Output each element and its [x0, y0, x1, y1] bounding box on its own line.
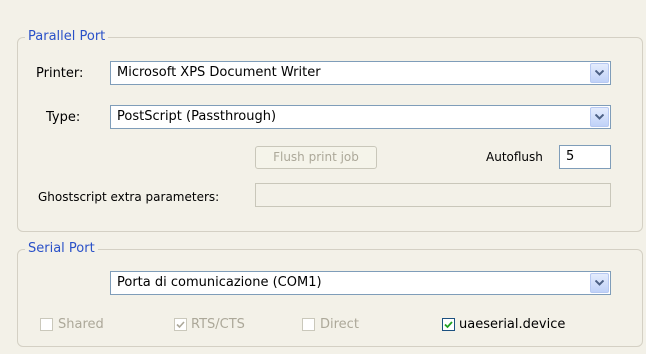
serial-port-select[interactable]: Porta di comunicazione (COM1) [110, 271, 611, 295]
uaeserial-label: uaeserial.device [459, 317, 566, 332]
serial-port-value: Porta di comunicazione (COM1) [117, 275, 322, 290]
ghostscript-input[interactable] [255, 183, 611, 207]
direct-checkbox[interactable] [302, 318, 315, 331]
chevron-down-icon[interactable] [590, 63, 609, 83]
direct-label: Direct [320, 317, 359, 332]
checkmark-icon [444, 321, 453, 329]
autoflush-input[interactable]: 5 [559, 145, 611, 169]
autoflush-value: 5 [566, 149, 575, 164]
chevron-down-icon[interactable] [590, 107, 609, 127]
type-value: PostScript (Passthrough) [117, 109, 277, 124]
uaeserial-checkbox[interactable] [442, 318, 455, 331]
shared-checkbox[interactable] [40, 318, 53, 331]
shared-label: Shared [58, 317, 104, 332]
type-select[interactable]: PostScript (Passthrough) [110, 105, 611, 129]
parallel-port-title: Parallel Port [25, 29, 109, 45]
printer-label: Printer: [36, 66, 84, 81]
printer-value: Microsoft XPS Document Writer [117, 65, 321, 80]
autoflush-label: Autoflush [486, 150, 543, 164]
chevron-down-icon[interactable] [590, 273, 609, 293]
flush-print-job-button[interactable]: Flush print job [255, 146, 377, 169]
ghostscript-label: Ghostscript extra parameters: [38, 190, 220, 204]
rtscts-label: RTS/CTS [191, 317, 245, 332]
checkmark-icon [176, 321, 185, 329]
type-label: Type: [46, 110, 81, 125]
rtscts-checkbox[interactable] [174, 318, 187, 331]
serial-port-title: Serial Port [25, 241, 98, 257]
printer-select[interactable]: Microsoft XPS Document Writer [110, 61, 611, 85]
